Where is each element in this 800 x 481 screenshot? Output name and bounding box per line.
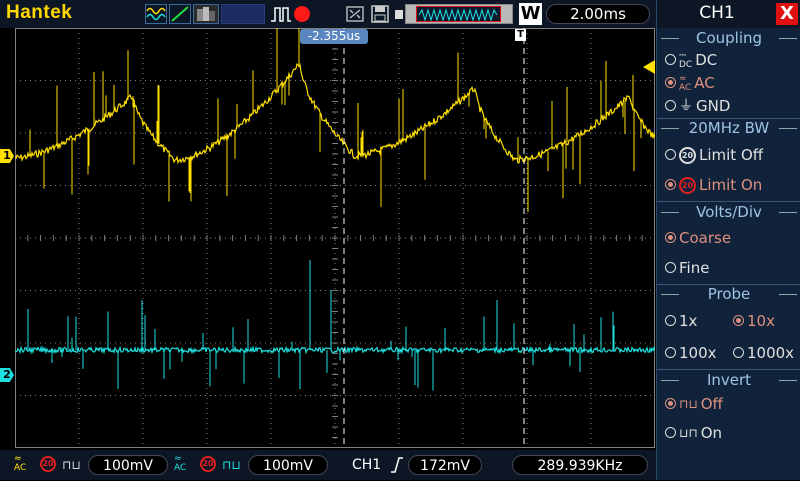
dc-coupling-icon: ⎓ DC [679,50,693,70]
trigger-pulse-icon[interactable] [270,4,292,24]
timebase-readout[interactable]: 2.00ms [546,4,650,24]
bandwidth-section-title: 20MHz BW [657,119,800,137]
memory-view-window[interactable] [416,6,501,22]
close-button[interactable]: X [776,3,798,25]
ch2-bw-limit-icon[interactable]: 20 [200,456,216,472]
divider [657,369,800,370]
graticule-grid [15,28,655,448]
channel-settings-panel: CH1 X Coupling ⎓ DC DC ≈ AC AC ⏚ GND 20MHz BW… [656,0,800,480]
invert-section-title: Invert [657,371,800,389]
trigger-source-label[interactable]: CH1 [352,455,386,475]
invert-icon: ⊔⊓ [679,426,698,440]
window-mode-button[interactable]: W [519,3,542,25]
volts-div-section-title: Volts/Div [657,203,800,221]
probe-100x-option[interactable]: 100x [665,343,717,363]
coupling-section-title: Coupling [657,29,800,47]
ch2-offset-marker[interactable]: 2 [0,368,14,382]
invert-on-option[interactable]: ⊔⊓ On [665,423,722,443]
waveform-display[interactable] [15,28,655,448]
bw-limit-on-option[interactable]: 20 Limit On [665,175,762,195]
bw-limit-off-option[interactable]: 20 Limit Off [665,145,763,165]
brand-logo: Hantek [6,2,73,23]
coupling-ac-option[interactable]: ≈ AC AC [665,73,715,93]
ch1-offset-marker[interactable]: 1 [0,149,14,163]
trigger-level-readout[interactable]: 172mV [408,455,482,475]
acquire-status-box[interactable] [221,4,265,24]
ch1-ac-coupling-icon[interactable]: ≈ AC [14,455,26,473]
divider [657,201,800,202]
waveform-graticule [15,28,655,448]
ch1-bw-limit-icon[interactable]: 20 [40,456,56,472]
bw-20mhz-icon: 20 [679,147,696,164]
ch1-invert-icon[interactable]: ⊓⊔ [62,459,81,471]
probe-1000x-option[interactable]: 1000x [733,343,794,363]
ch2-ac-coupling-icon[interactable]: ≈ AC [174,455,186,473]
ch2-invert-icon[interactable]: ⊓⊔ [222,459,241,471]
small-status-icon [395,10,403,19]
trigger-position-readout[interactable]: -2.355us [300,29,368,44]
ground-icon: ⏚ [679,98,693,114]
invert-icon: ⊓⊔ [679,397,698,411]
top-toolbar: Hantek W 2.00ms [0,0,656,28]
panel-title: CH1 [699,3,735,23]
probe-10x-option[interactable]: 10x [733,311,775,331]
bottom-status-bar: ≈ AC 20 ⊓⊔ 100mV ≈ AC 20 ⊓⊔ 100mV CH1 172m… [0,450,656,480]
memory-overview-bar[interactable] [405,4,513,24]
ch2-volts-div-readout[interactable]: 100mV [248,455,328,475]
bw-20mhz-icon: 20 [679,177,696,194]
rising-edge-icon[interactable] [390,455,404,475]
coupling-gnd-option[interactable]: ⏚ GND [665,96,730,116]
ch1-volts-div-readout[interactable]: 100mV [88,455,168,475]
invert-off-option[interactable]: ⊓⊔ Off [665,394,723,414]
save-icon[interactable] [370,4,390,24]
ac-coupling-icon: ≈ AC [679,73,692,93]
frequency-readout: 289.939KHz [512,455,648,475]
probe-section-title: Probe [657,285,800,303]
waveform-mode-icon[interactable] [145,4,167,24]
coupling-dc-option[interactable]: ⎓ DC DC [665,50,717,70]
volts-fine-option[interactable]: Fine [665,258,709,278]
vector-mode-icon[interactable] [169,4,191,24]
panel-header: CH1 X [657,0,800,28]
persistence-mode-icon[interactable] [193,4,219,24]
volts-coarse-option[interactable]: Coarse [665,228,731,248]
run-stop-icon[interactable] [294,6,310,22]
measure-icon[interactable] [345,4,365,24]
trigger-point-marker[interactable]: T [515,29,526,41]
ch2-noise-spikes [27,260,615,391]
probe-1x-option[interactable]: 1x [665,311,697,331]
ch1-noise-spikes [29,28,642,212]
